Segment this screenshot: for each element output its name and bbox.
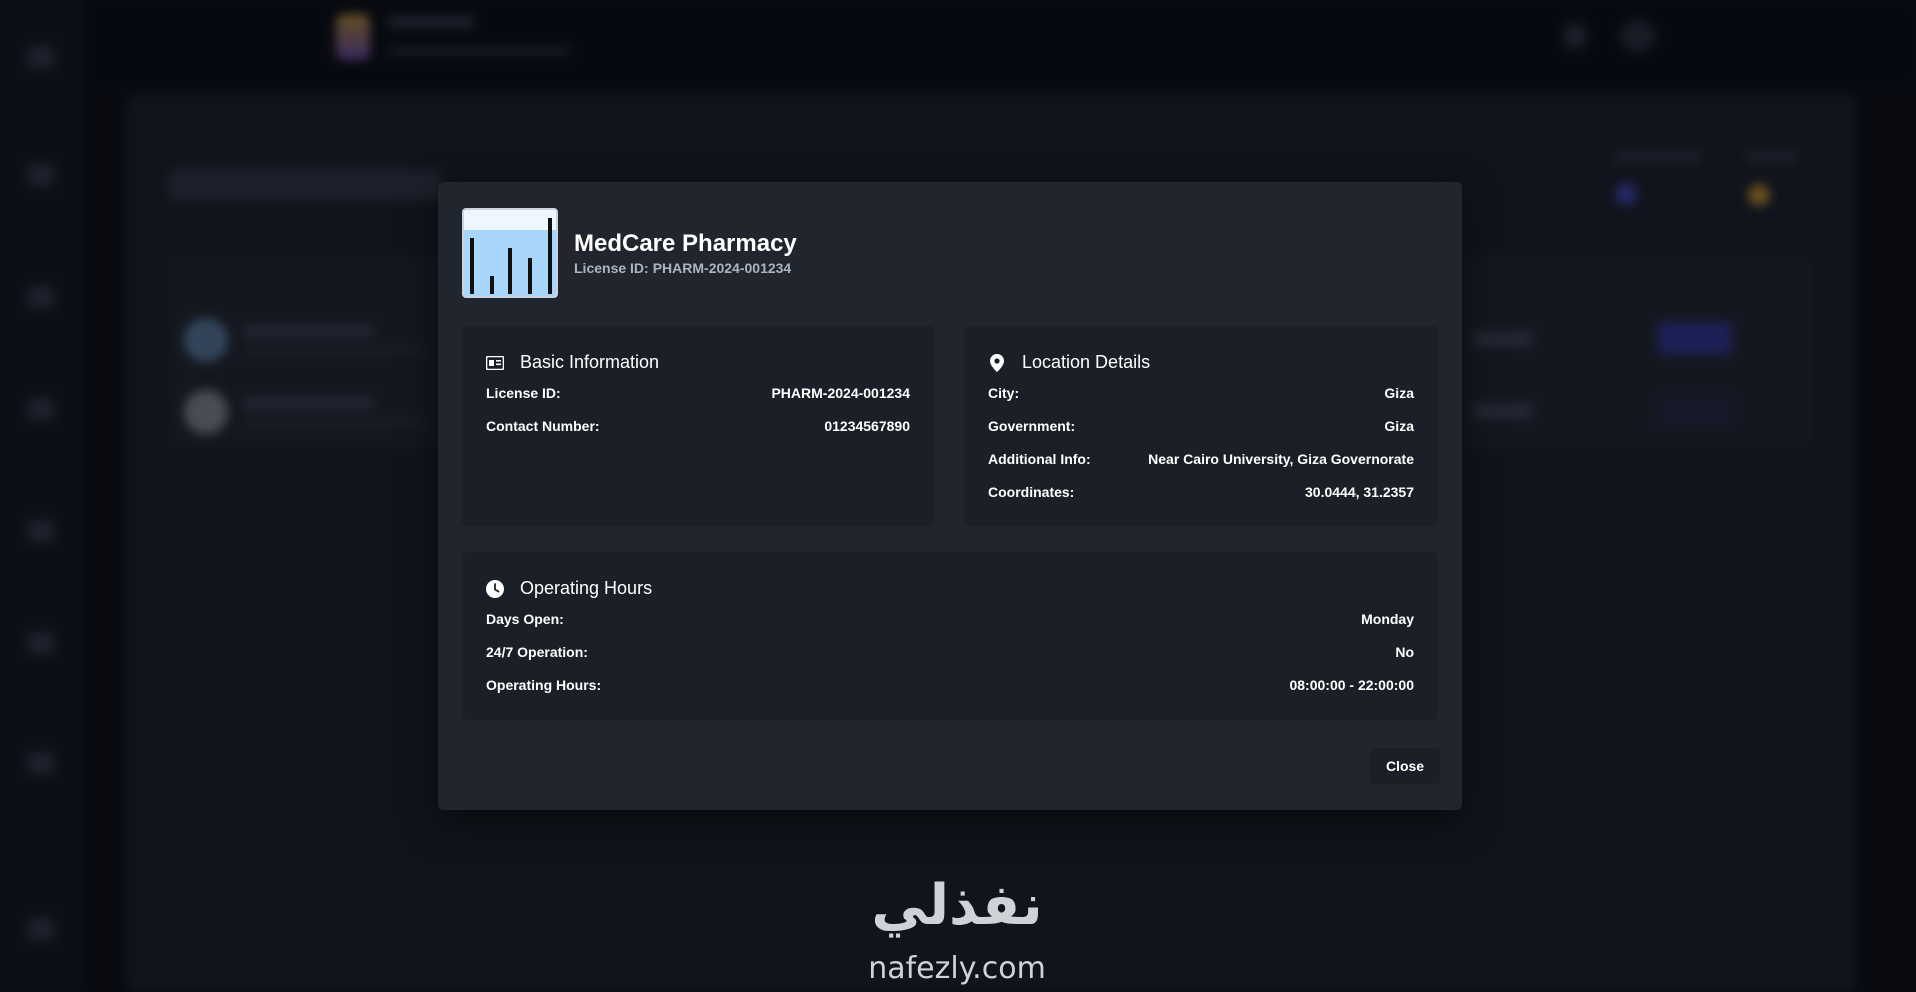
close-button[interactable]: Close <box>1370 748 1440 784</box>
row-value: Monday <box>1361 611 1414 627</box>
header-text: MedCare Pharmacy License ID: PHARM-2024-… <box>574 230 797 276</box>
info-row: Contact Number: 01234567890 <box>486 418 910 451</box>
row-label: License ID: <box>486 385 561 401</box>
row-value: 01234567890 <box>824 418 910 434</box>
row-value: Giza <box>1384 418 1414 434</box>
info-row: Operating Hours: 08:00:00 - 22:00:00 <box>486 677 1414 710</box>
section-title-text: Operating Hours <box>520 578 653 598</box>
section-title: Location Details <box>988 352 1414 373</box>
info-row: City: Giza <box>988 385 1414 418</box>
row-value: No <box>1395 644 1414 660</box>
info-row: Additional Info: Near Cairo University, … <box>988 451 1414 484</box>
info-row: Days Open: Monday <box>486 611 1414 644</box>
row-label: Operating Hours: <box>486 677 602 693</box>
section-title-text: Basic Information <box>520 352 660 372</box>
operating-hours-section: Operating Hours Days Open: Monday 24/7 O… <box>462 552 1438 720</box>
info-row: 24/7 Operation: No <box>486 644 1414 677</box>
section-title: Basic Information <box>486 352 910 373</box>
pharmacy-license: License ID: PHARM-2024-001234 <box>574 260 797 276</box>
row-label: City: <box>988 385 1020 401</box>
info-row: Coordinates: 30.0444, 31.2357 <box>988 484 1414 517</box>
section-title-text: Location Details <box>1022 352 1151 372</box>
map-pin-icon <box>988 353 1006 372</box>
row-label: Days Open: <box>486 611 564 627</box>
watermark-logo-latin: nafezly.com <box>868 951 1046 986</box>
modal-header: MedCare Pharmacy License ID: PHARM-2024-… <box>462 208 797 298</box>
row-label: Contact Number: <box>486 418 600 434</box>
license-label: License ID: <box>574 260 649 276</box>
row-label: 24/7 Operation: <box>486 644 588 660</box>
row-value: PHARM-2024-001234 <box>771 385 910 401</box>
pharmacy-logo <box>462 208 558 298</box>
pharmacy-name: MedCare Pharmacy <box>574 230 797 257</box>
info-row: Government: Giza <box>988 418 1414 451</box>
row-value: Near Cairo University, Giza Governorate <box>1148 451 1414 467</box>
clock-icon <box>486 579 504 598</box>
license-value: PHARM-2024-001234 <box>652 260 792 276</box>
row-label: Additional Info: <box>988 451 1091 467</box>
id-card-icon <box>486 354 504 372</box>
row-value: 08:00:00 - 22:00:00 <box>1289 677 1414 693</box>
location-details-section: Location Details City: Giza Government: … <box>964 326 1438 526</box>
pharmacy-details-modal: MedCare Pharmacy License ID: PHARM-2024-… <box>438 182 1462 810</box>
section-title: Operating Hours <box>486 578 1414 599</box>
row-label: Government: <box>988 418 1076 434</box>
basic-information-section: Basic Information License ID: PHARM-2024… <box>462 326 934 526</box>
row-label: Coordinates: <box>988 484 1075 500</box>
info-row: License ID: PHARM-2024-001234 <box>486 385 910 418</box>
watermark-logo-arabic: نفذلي <box>871 873 1043 938</box>
row-value: 30.0444, 31.2357 <box>1305 484 1414 500</box>
row-value: Giza <box>1384 385 1414 401</box>
